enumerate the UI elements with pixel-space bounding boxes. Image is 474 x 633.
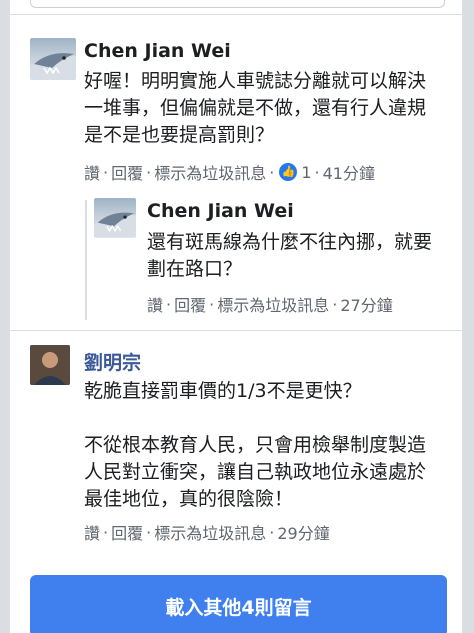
like-link[interactable]: 讚 [147, 292, 163, 316]
person-avatar-icon [30, 345, 70, 385]
like-link[interactable]: 讚 [84, 160, 100, 184]
comment-author[interactable]: 劉明宗 [84, 348, 141, 375]
comment-author[interactable]: Chen Jian Wei [84, 40, 231, 62]
comment-text: 好喔！明明實施人車號誌分離就可以解決 一堆事，但偏偏就是不做，還有行人違規 是不… [84, 70, 427, 146]
load-more-comments-button[interactable]: 載入其他4則留言 [30, 575, 447, 633]
shark-avatar-icon [30, 53, 76, 80]
mark-spam-link[interactable]: 標示為垃圾訊息 [154, 520, 266, 544]
comment-actions: 讚 · 回覆 · 標示為垃圾訊息 · 👍 1 · 41分鐘 [84, 160, 375, 184]
left-border [0, 0, 10, 633]
reaction-count[interactable]: 1 [301, 163, 311, 182]
comment-input-box[interactable] [30, 0, 445, 8]
shark-avatar-icon [94, 212, 136, 238]
reply-thread-line [85, 200, 87, 320]
top-divider [10, 14, 462, 15]
reply-actions: 讚 · 回覆 · 標示為垃圾訊息 · 27分鐘 [147, 292, 393, 316]
like-link[interactable]: 讚 [84, 520, 100, 544]
avatar[interactable] [94, 198, 136, 238]
timestamp[interactable]: 27分鐘 [340, 292, 392, 316]
mark-spam-link[interactable]: 標示為垃圾訊息 [154, 160, 266, 184]
timestamp[interactable]: 41分鐘 [323, 160, 375, 184]
comment-actions: 讚 · 回覆 · 標示為垃圾訊息 · 29分鐘 [84, 520, 330, 544]
timestamp[interactable]: 29分鐘 [277, 520, 329, 544]
right-border [462, 0, 474, 633]
avatar[interactable] [30, 38, 76, 80]
comment-divider [10, 330, 462, 331]
reply-link[interactable]: 回覆 [111, 520, 143, 544]
thumbs-up-icon[interactable]: 👍 [279, 163, 298, 181]
reply-link[interactable]: 回覆 [111, 160, 143, 184]
reply-text: 還有斑馬線為什麼不往內挪，就要 劃在路口？ [147, 231, 433, 280]
comment-text: 乾脆直接罰車價的1/3不是更快？ 不從根本教育人民，只會用檢舉制度製造 人民對立… [84, 380, 427, 510]
reply-link[interactable]: 回覆 [174, 292, 206, 316]
reply-author[interactable]: Chen Jian Wei [147, 200, 294, 222]
avatar[interactable] [30, 345, 70, 385]
mark-spam-link[interactable]: 標示為垃圾訊息 [217, 292, 329, 316]
